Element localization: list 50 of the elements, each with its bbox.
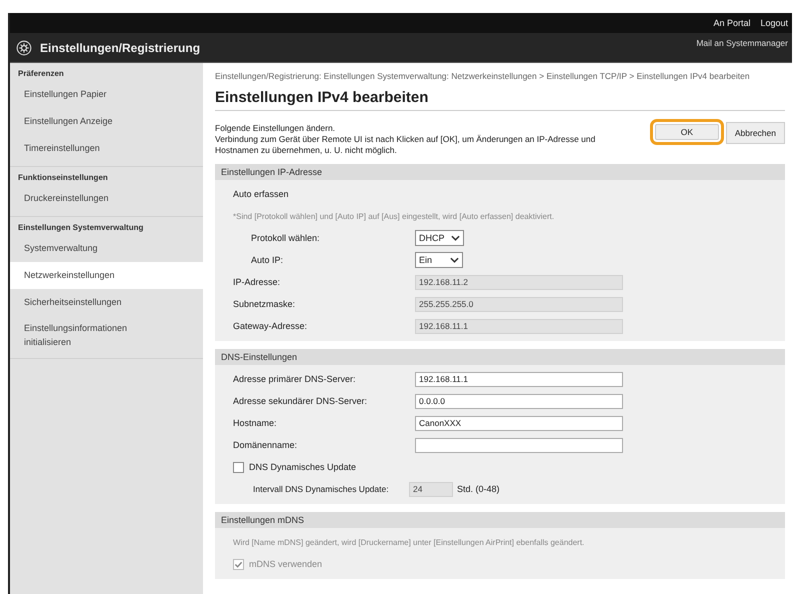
sidebar-item[interactable]: Einstellungsinformationen initialisieren	[10, 316, 168, 354]
page-title: Einstellungen IPv4 bearbeiten	[215, 89, 785, 111]
dropdown[interactable]: DHCP	[415, 230, 464, 246]
field-label: Adresse sekundärer DNS-Server:	[233, 396, 368, 406]
field-label: Adresse primärer DNS-Server:	[233, 374, 357, 384]
note-text: *Sind [Protokoll wählen] und [Auto IP] auf [Aus] eingestellt, wird [Auto erfassen] deaktiviert.	[233, 212, 554, 220]
input-field[interactable]	[415, 438, 623, 452]
input-field[interactable]: CanonXXX	[415, 416, 623, 430]
sidebar-item[interactable]: Sicherheitseinstellungen	[10, 289, 203, 316]
breadcrumb: Einstellungen/Registrierung: Einstellungen Systemverwaltung: Netzwerkeinstellungen > Einstellungen TCP/IP > Einstellungen IPv4 bearbeiten	[215, 71, 751, 81]
checkbox-label: mDNS verwenden	[249, 559, 322, 569]
section-header: Einstellungen mDNS	[215, 512, 785, 528]
checkbox-label: DNS Dynamisches Update	[249, 462, 356, 472]
field-label: Protokoll wählen:	[250, 233, 321, 243]
sidebar-item[interactable]: Systemverwaltung	[10, 235, 203, 262]
sidebar-item[interactable]: Druckereinstellungen	[10, 185, 203, 212]
input-field[interactable]: 192.168.11.1	[415, 372, 623, 386]
chevron-down-icon	[450, 235, 460, 241]
sidebar-item[interactable]: Einstellungen Anzeige	[10, 108, 203, 135]
unit-text: Std. (0-48)	[457, 484, 500, 494]
sidebar-heading: Einstellungen Systemverwaltung	[17, 222, 144, 234]
field-label: Domänenname:	[233, 440, 298, 450]
action-button[interactable]: OK	[650, 119, 724, 145]
field-label: Auto erfassen	[233, 189, 290, 199]
section-header: DNS-Einstellungen	[215, 349, 785, 365]
sidebar-item[interactable]: Einstellungen Papier	[10, 81, 203, 108]
app-title: Einstellungen/Registrierung	[40, 40, 200, 54]
mail-link[interactable]: Mail an Systemmanager	[696, 38, 788, 48]
field-label: Gateway-Adresse:	[233, 321, 308, 331]
sidebar-item[interactable]: Netzwerkeinstellungen	[10, 262, 203, 289]
input-field[interactable]: 0.0.0.0	[415, 394, 623, 408]
top-link[interactable]: Logout	[760, 18, 788, 28]
field-label: Hostname:	[233, 418, 278, 428]
sidebar-heading: Präferenzen	[17, 68, 65, 80]
note-text: Wird [Name mDNS] geändert, wird [Druckername] unter [Einstellungen AirPrint] ebenfalls geändert.	[233, 538, 584, 546]
top-link[interactable]: An Portal	[713, 18, 750, 28]
description-text: Folgende Einstellungen ändern.	[215, 123, 336, 134]
sidebar-heading: Funktionseinstellungen	[17, 172, 109, 184]
field-label: Intervall DNS Dynamisches Update:	[252, 484, 390, 494]
field-label: Auto IP:	[250, 255, 284, 265]
field-label: IP-Adresse:	[233, 277, 282, 287]
field-label: Subnetzmaske:	[233, 299, 296, 309]
action-button[interactable]: Abbrechen	[726, 122, 785, 144]
checkbox[interactable]	[233, 462, 244, 472]
description-text: Verbindung zum Gerät über Remote UI ist nach Klicken auf [OK], um Änderungen an IP-Adresse und Hostnamen zu übernehmen, u. U. nicht möglich.	[215, 134, 596, 156]
sidebar-item[interactable]: Timereinstellungen	[10, 135, 203, 162]
dropdown[interactable]: Ein	[415, 252, 463, 268]
gear-icon	[16, 40, 32, 56]
section-header: Einstellungen IP-Adresse	[215, 164, 785, 180]
chevron-down-icon	[450, 257, 459, 263]
